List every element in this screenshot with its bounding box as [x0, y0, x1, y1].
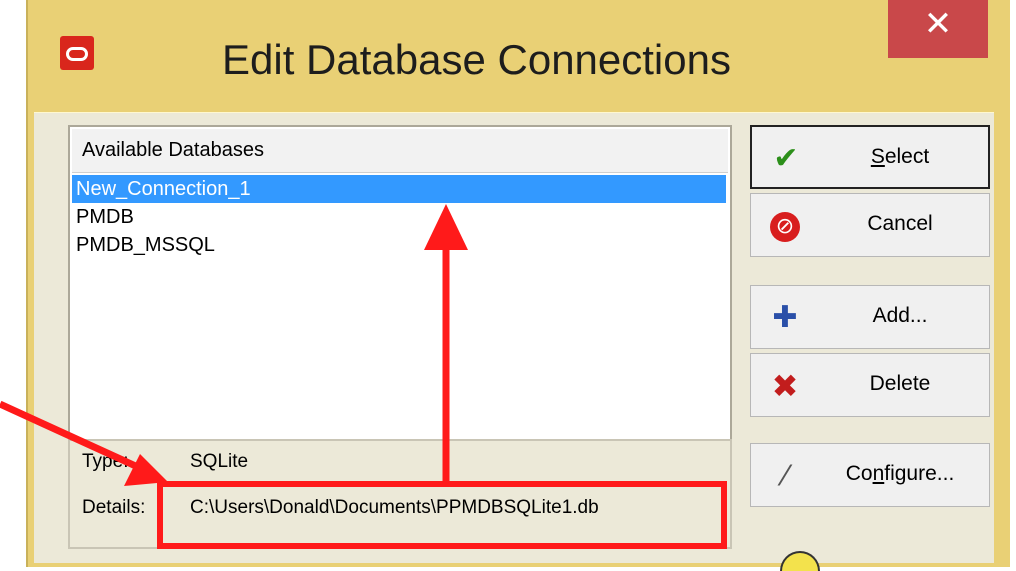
- checkmark-icon: ✔: [773, 141, 799, 176]
- list-item[interactable]: PMDB: [72, 203, 726, 231]
- list-header: Available Databases: [72, 129, 728, 173]
- list-item[interactable]: PMDB_MSSQL: [72, 231, 726, 259]
- connection-details-panel: Type: SQLite Details: C:\Users\Donald\Do…: [68, 439, 732, 549]
- list-item[interactable]: New_Connection_1: [72, 175, 726, 203]
- details-value: C:\Users\Donald\Documents\PPMDBSQLite1.d…: [190, 497, 599, 518]
- oracle-logo-icon: [60, 36, 94, 70]
- cancel-button-label: Cancel: [867, 212, 933, 235]
- title-bar[interactable]: Edit Database Connections ✕: [28, 0, 1012, 112]
- plus-icon: ✚: [772, 300, 798, 335]
- available-databases-list[interactable]: Available Databases New_Connection_1 PMD…: [68, 125, 732, 443]
- close-button[interactable]: ✕: [888, 0, 988, 58]
- add-button-label: Add...: [872, 304, 928, 327]
- dialog-client-area: Available Databases New_Connection_1 PMD…: [34, 112, 994, 571]
- magic-wand-icon: ⁄: [782, 459, 788, 492]
- configure-button[interactable]: ⁄ Configure...: [750, 443, 990, 507]
- cancel-button[interactable]: ⊘ Cancel: [750, 193, 990, 257]
- add-button[interactable]: ✚ Add...: [750, 285, 990, 349]
- dialog-window: Edit Database Connections ✕ Available Da…: [26, 0, 1012, 571]
- select-button[interactable]: ✔ Select: [750, 125, 990, 189]
- partial-button-icon: [780, 551, 820, 571]
- type-label: Type:: [82, 451, 129, 472]
- configure-button-label: Configure...: [845, 462, 955, 485]
- delete-button[interactable]: ✖ Delete: [750, 353, 990, 417]
- stop-icon: ⊘: [765, 206, 805, 246]
- type-value: SQLite: [190, 451, 249, 472]
- select-button-label: Select: [870, 145, 930, 168]
- delete-button-label: Delete: [869, 372, 931, 395]
- x-icon: ✖: [771, 367, 799, 405]
- details-label: Details:: [82, 497, 146, 518]
- window-title: Edit Database Connections: [222, 36, 731, 83]
